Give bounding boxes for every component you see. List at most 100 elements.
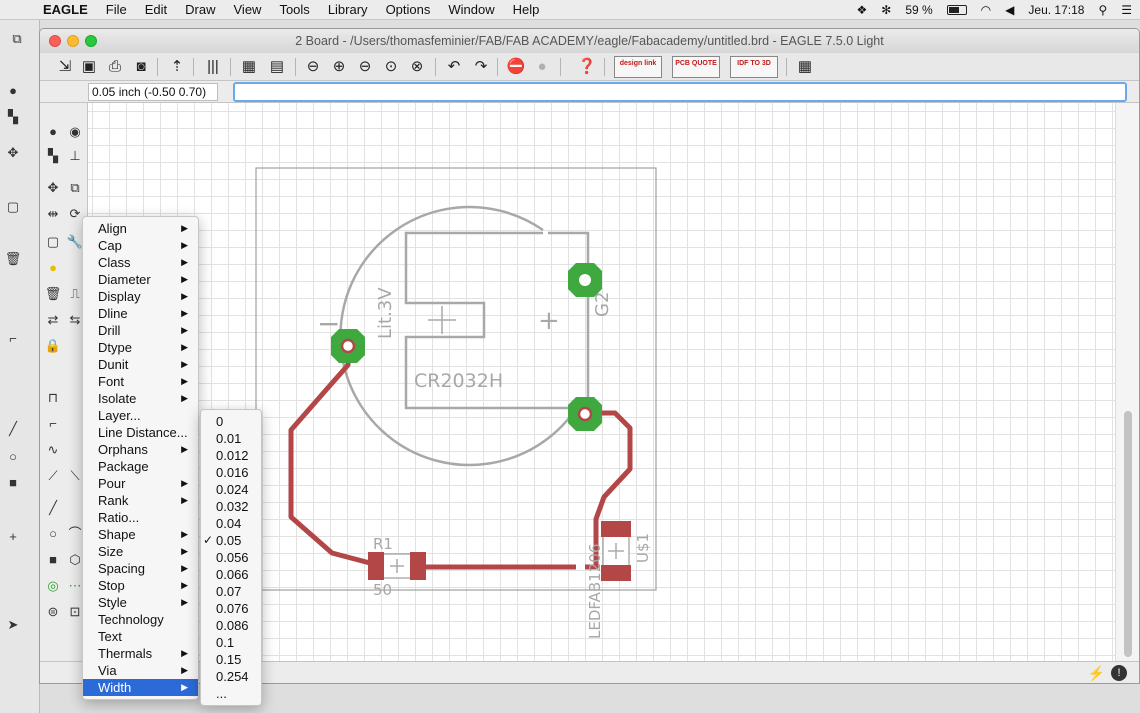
mark-icon[interactable]: ⊥ [66, 147, 84, 165]
menu-item-thermals[interactable]: Thermals ▶ [83, 645, 198, 662]
pad-minus[interactable] [331, 329, 365, 363]
width-option[interactable]: 0.254 [201, 668, 261, 685]
resistor-r1[interactable] [368, 552, 426, 580]
layer-settings-icon[interactable]: ▤ [266, 56, 288, 78]
menu-edit[interactable]: Edit [136, 0, 176, 20]
background-layers-icon[interactable]: ▚ [4, 108, 22, 126]
dropbox-icon[interactable]: ❖ [856, 3, 867, 17]
ratsnest-icon[interactable]: ⊜ [44, 603, 62, 621]
menu-item-drill[interactable]: Drill ▶ [83, 322, 198, 339]
menu-item-diameter[interactable]: Diameter ▶ [83, 271, 198, 288]
width-option[interactable]: 0.07 [201, 583, 261, 600]
designlink-button[interactable]: design link [614, 56, 662, 78]
command-line-input[interactable] [233, 82, 1127, 102]
width-option[interactable]: 0.024 [201, 481, 261, 498]
move-icon[interactable]: ✥ [44, 179, 62, 197]
menu-item-package[interactable]: Package [83, 458, 198, 475]
wifi-icon[interactable]: ◠ [981, 3, 991, 17]
grid-icon[interactable]: ▦ [794, 56, 816, 78]
width-option-checked[interactable]: ✓ 0.05 [201, 532, 261, 549]
spotlight-search-icon[interactable]: ⚲ [1098, 3, 1107, 17]
menu-app-name[interactable]: EAGLE [34, 0, 97, 20]
menu-item-spacing[interactable]: Spacing ▶ [83, 560, 198, 577]
pcb-quote-button[interactable]: PCB QUOTE [672, 56, 720, 78]
window-titlebar[interactable]: 2 Board - /Users/thomasfeminier/FAB/FAB … [40, 29, 1139, 53]
menu-item-class[interactable]: Class ▶ [83, 254, 198, 271]
replace-icon[interactable]: ⇄ [44, 311, 62, 329]
width-option[interactable]: 0.032 [201, 498, 261, 515]
clock[interactable]: Jeu. 17:18 [1028, 3, 1084, 17]
show-icon[interactable]: ◉ [66, 123, 84, 141]
menu-item-width[interactable]: Width ▶ [83, 679, 198, 696]
circle-icon[interactable]: ○ [44, 525, 62, 543]
menu-item-ratio[interactable]: Ratio... [83, 509, 198, 526]
background-copy-icon[interactable]: ⧉ [8, 30, 26, 48]
menu-item-orphans[interactable]: Orphans ▶ [83, 441, 198, 458]
menu-item-line-distance[interactable]: Line Distance... [83, 424, 198, 441]
zoom-out-icon[interactable]: ⊖ [354, 56, 376, 78]
width-option[interactable]: 0.01 [201, 430, 261, 447]
menu-item-align[interactable]: Align ▶ [83, 220, 198, 237]
menu-library[interactable]: Library [319, 0, 377, 20]
route-icon[interactable]: ⟋ [44, 467, 62, 485]
zoom-fit-icon[interactable]: ⊖ [302, 56, 324, 78]
delete-icon[interactable]: 🗑 [44, 285, 62, 303]
menu-item-layer[interactable]: Layer... [83, 407, 198, 424]
wire-icon[interactable]: ╱ [44, 499, 62, 517]
width-option[interactable]: 0.016 [201, 464, 261, 481]
zoom-window-button[interactable] [85, 35, 97, 47]
background-circle-icon[interactable]: ○ [4, 448, 22, 466]
menu-item-dtype[interactable]: Dtype ▶ [83, 339, 198, 356]
battery-percent[interactable]: 59 % [905, 3, 932, 17]
via-icon[interactable]: ◎ [44, 577, 62, 595]
help-icon[interactable]: ❓ [576, 56, 598, 78]
pad-plus-top[interactable] [568, 263, 602, 297]
menu-item-pour[interactable]: Pour ▶ [83, 475, 198, 492]
copy-icon[interactable]: ⧉ [66, 179, 84, 197]
width-option-more[interactable]: ... [201, 685, 261, 702]
background-move-icon[interactable]: ✥ [4, 144, 22, 162]
menu-item-dline[interactable]: Dline ▶ [83, 305, 198, 322]
background-run-icon[interactable]: ➤ [4, 616, 22, 634]
menu-item-style[interactable]: Style ▶ [83, 594, 198, 611]
menu-item-size[interactable]: Size ▶ [83, 543, 198, 560]
menu-window[interactable]: Window [439, 0, 503, 20]
schematic-switch-icon[interactable]: ▦ [238, 56, 260, 78]
battery-icon[interactable] [946, 5, 967, 15]
open-icon[interactable]: ⇲ [54, 56, 76, 78]
menu-item-via[interactable]: Via ▶ [83, 662, 198, 679]
background-rect-icon[interactable]: ▢ [4, 198, 22, 216]
background-line-icon[interactable]: ╱ [4, 420, 22, 438]
stop-icon[interactable]: ⛔ [505, 56, 527, 78]
menu-item-dunit[interactable]: Dunit ▶ [83, 356, 198, 373]
rect-icon[interactable]: ■ [44, 551, 62, 569]
vertical-scrollbar[interactable] [1115, 103, 1139, 661]
background-add-icon[interactable]: + [4, 528, 22, 546]
width-option[interactable]: 0.056 [201, 549, 261, 566]
menu-item-text[interactable]: Text [83, 628, 198, 645]
menu-draw[interactable]: Draw [176, 0, 224, 20]
redo-icon[interactable]: ↷ [470, 56, 492, 78]
width-option[interactable]: 0.012 [201, 447, 261, 464]
width-option[interactable]: 0 [201, 413, 261, 430]
paste-icon[interactable]: ● [44, 259, 62, 277]
save-icon[interactable]: ▣ [78, 56, 100, 78]
width-option[interactable]: 0.066 [201, 566, 261, 583]
width-option[interactable]: 0.1 [201, 634, 261, 651]
zoom-in-icon[interactable]: ⊕ [328, 56, 350, 78]
zoom-redraw-icon[interactable]: ⊙ [380, 56, 402, 78]
bluetooth-icon[interactable]: ✻ [881, 3, 891, 17]
optimize-icon[interactable]: ∿ [44, 441, 62, 459]
background-delete-icon[interactable]: 🗑 [4, 250, 22, 268]
minimize-window-button[interactable] [67, 35, 79, 47]
undo-icon[interactable]: ↶ [443, 56, 465, 78]
menu-item-technology[interactable]: Technology [83, 611, 198, 628]
menu-view[interactable]: View [225, 0, 271, 20]
split-icon[interactable]: ⊓ [44, 389, 62, 407]
width-option[interactable]: 0.076 [201, 600, 261, 617]
miter-icon[interactable]: ⌐ [44, 415, 62, 433]
zoom-select-icon[interactable]: ⊗ [406, 56, 428, 78]
menu-item-cap[interactable]: Cap ▶ [83, 237, 198, 254]
notification-center-icon[interactable]: ☰ [1121, 3, 1132, 17]
vertical-scroll-thumb[interactable] [1124, 411, 1132, 657]
